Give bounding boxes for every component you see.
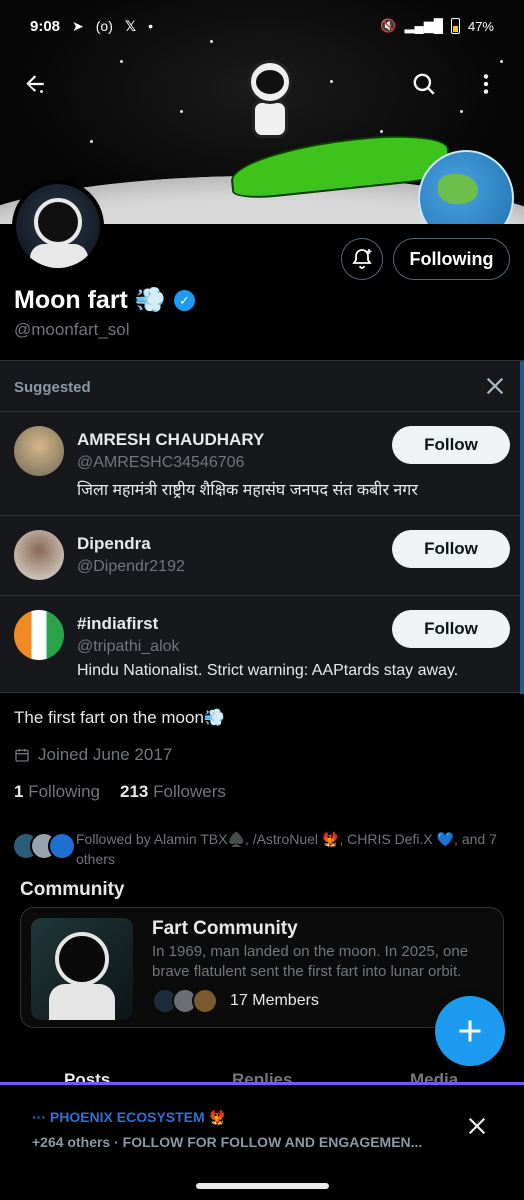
community-name: Fart Community — [152, 918, 298, 939]
community-members-count: 17 Members — [230, 992, 319, 1009]
status-bar: 9:08 ➤ (o) 𝕏 • 🔇 ▂▄▆█ 47% — [0, 0, 524, 52]
dot-icon: • — [148, 18, 154, 34]
follow-stats: 1 Following 213 Followers — [14, 782, 226, 802]
close-icon — [468, 1117, 486, 1135]
following-stat[interactable]: 1 Following — [14, 782, 100, 802]
following-button[interactable]: Following — [393, 238, 510, 280]
search-button[interactable] — [404, 64, 444, 104]
plus-icon — [459, 1020, 481, 1042]
avatar[interactable] — [14, 530, 64, 580]
profile-bio: The first fart on the moon💨 — [14, 708, 226, 727]
suggested-user-name[interactable]: AMRESH CHAUDHARY — [77, 430, 264, 450]
suggested-user-handle: @tripathi_alok — [77, 638, 180, 655]
search-icon — [413, 73, 435, 95]
community-heading: Community — [20, 879, 125, 900]
followed-by-avatars — [12, 829, 76, 861]
suggested-user-name[interactable]: #indiafirst — [77, 614, 158, 634]
following-stat-label: Following — [28, 782, 101, 801]
arrow-left-icon — [26, 75, 44, 92]
suggested-title: Suggested — [14, 379, 91, 396]
scrollbar[interactable] — [520, 361, 524, 694]
more-vertical-icon — [483, 74, 489, 94]
suggested-panel: Suggested AMRESH CHAUDHARY @AMRESHC34546… — [0, 360, 524, 694]
suggested-user-name[interactable]: Dipendra — [77, 534, 151, 554]
mute-icon: 🔇 — [380, 18, 397, 33]
battery-percent: 47% — [467, 18, 494, 34]
bell-plus-icon — [352, 249, 372, 269]
avatar — [192, 988, 218, 1014]
calendar-icon — [15, 749, 29, 762]
suggested-user[interactable]: #indiafirst @tripathi_alok Hindu Nationa… — [0, 595, 520, 694]
following-count: 1 — [14, 782, 24, 801]
dismiss-notification-button[interactable] — [466, 1113, 488, 1144]
hotspot-icon: (o) — [95, 18, 113, 34]
followed-by-text: Followed by Alamin TBX♠️, /AstroNuel 🐦‍🔥… — [76, 831, 497, 867]
profile-handle: @moonfart_sol — [14, 320, 130, 339]
followers-stat[interactable]: 213 Followers — [120, 782, 226, 802]
suggested-user-bio: Hindu Nationalist. Strict warning: AAPta… — [77, 662, 459, 679]
avatar[interactable] — [14, 610, 64, 660]
followers-stat-label: Followers — [153, 782, 226, 801]
profile-tabs: Posts Replies Media — [0, 1064, 524, 1084]
community-image — [31, 918, 133, 1020]
status-time: 9:08 — [30, 17, 61, 35]
avatar — [48, 832, 76, 860]
more-button[interactable] — [466, 64, 506, 104]
community-description: In 1969, man landed on the moon. In 2025… — [152, 943, 469, 980]
back-button[interactable] — [15, 64, 55, 104]
community-card[interactable]: Fart Community In 1969, man landed on th… — [20, 907, 504, 1028]
home-indicator[interactable] — [196, 1183, 329, 1189]
notification-bell-button[interactable] — [341, 238, 383, 280]
suggested-user-bio: जिला महामंत्री राष्ट्रीय शैक्षिक महासंघ … — [77, 482, 418, 499]
followed-by-row[interactable]: Followed by Alamin TBX♠️, /AstroNuel 🐦‍🔥… — [12, 829, 502, 869]
notification-subtitle: +264 others · FOLLOW FOR FOLLOW AND ENGA… — [32, 1134, 423, 1150]
x-logo-icon: 𝕏 — [124, 17, 137, 34]
profile-avatar[interactable] — [12, 180, 104, 272]
follow-button[interactable]: Follow — [392, 610, 510, 648]
avatar[interactable] — [14, 426, 64, 476]
notification-title: ··· PHOENIX ECOSYSTEM 🐦‍🔥 — [32, 1109, 227, 1125]
battery-icon — [450, 18, 460, 34]
notification-banner[interactable]: ··· PHOENIX ECOSYSTEM 🐦‍🔥 +264 others · … — [0, 1082, 524, 1170]
compose-button[interactable] — [435, 996, 505, 1066]
joined-text: Joined June 2017 — [38, 745, 173, 764]
community-members: 17 Members — [152, 988, 319, 1014]
close-suggested-button[interactable] — [484, 373, 506, 404]
suggested-user-handle: @Dipendr2192 — [77, 558, 185, 575]
followers-count: 213 — [120, 782, 149, 801]
signal-icon: ▂▄▆█ — [404, 18, 443, 33]
verified-badge-icon[interactable]: ✓ — [173, 290, 195, 311]
suggested-user[interactable]: AMRESH CHAUDHARY @AMRESHC34546706 जिला म… — [0, 411, 520, 515]
joined-date: Joined June 2017 — [14, 745, 172, 765]
suggested-user[interactable]: Dipendra @Dipendr2192 Follow — [0, 515, 520, 595]
follow-button[interactable]: Follow — [392, 426, 510, 464]
telegram-icon: ➤ — [72, 17, 84, 34]
profile-name: Moon fart 💨 — [14, 286, 166, 314]
close-icon — [486, 377, 504, 395]
astronaut-graphic — [238, 60, 300, 138]
suggested-user-handle: @AMRESHC34546706 — [77, 454, 245, 471]
follow-button[interactable]: Follow — [392, 530, 510, 568]
profile-name-row: Moon fart 💨 ✓ — [14, 286, 195, 315]
